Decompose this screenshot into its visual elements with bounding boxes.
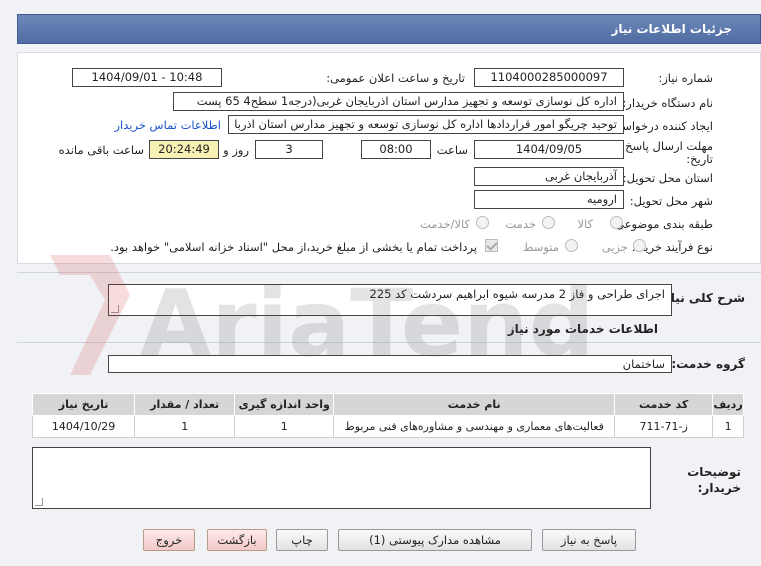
cell-qty: 1 <box>134 415 236 438</box>
print-button[interactable]: چاپ <box>276 529 328 551</box>
category-goods-label: کالا <box>577 217 593 231</box>
service-group-label: گروه خدمت: <box>671 357 745 371</box>
buyer-org-field: اداره کل نوسازی توسعه و تجهیز مدارس استا… <box>173 92 624 111</box>
buyer-notes-label: توضیحات <box>687 465 741 479</box>
need-number-label: شماره نیاز: <box>658 71 713 85</box>
category-goods-radio[interactable] <box>610 216 623 229</box>
description-field[interactable]: اجرای طراحی و فاز 2 مدرسه شیوه ابراهیم س… <box>108 284 672 316</box>
divider <box>17 342 761 343</box>
process-medium-label: متوسط <box>522 240 559 254</box>
service-group-field: ساختمان <box>108 355 672 373</box>
payment-note: پرداخت تمام یا بخشی از مبلغ خرید،از محل … <box>110 240 477 254</box>
category-service-radio[interactable] <box>542 216 555 229</box>
cell-code: ز-71-711 <box>614 415 714 438</box>
reply-button[interactable]: پاسخ به نیاز <box>542 529 636 551</box>
page-title: جزئیات اطلاعات نیاز <box>611 22 732 36</box>
deadline-label-2: تاریخ: <box>686 152 713 166</box>
city-label: شهر محل تحویل: <box>629 194 713 208</box>
category-service-label: خدمت <box>505 217 536 231</box>
col-date-header: تاریخ نیاز <box>31 393 136 416</box>
col-name-header: نام خدمت <box>333 393 616 416</box>
col-qty-header: تعداد / مقدار <box>134 393 236 416</box>
table-header-row: ردیف کد خدمت نام خدمت واحد اندازه گیری ت… <box>31 393 744 416</box>
remaining-label: ساعت باقی مانده <box>58 143 144 157</box>
divider <box>17 272 761 273</box>
province-label: استان محل تحویل: <box>622 171 713 185</box>
need-number-field: 1104000285000097 <box>474 68 624 87</box>
cell-name: فعالیت‌های معماری و مهندسی و مشاوره‌های … <box>333 415 616 438</box>
process-minor-label: جزیی <box>601 240 628 254</box>
cell-date: 1404/10/29 <box>31 415 136 438</box>
deadline-time-field: 08:00 <box>361 140 431 159</box>
page-header: جزئیات اطلاعات نیاز <box>17 14 761 44</box>
time-label: ساعت <box>436 143 468 157</box>
category-both-radio[interactable] <box>476 216 489 229</box>
resize-grip-icon[interactable] <box>35 498 43 506</box>
buyer-notes-label-2: خریدار: <box>697 481 741 495</box>
services-section-title: اطلاعات خدمات مورد نیاز <box>507 322 658 336</box>
col-row-header: ردیف <box>712 393 744 416</box>
back-button[interactable]: بازگشت <box>207 529 267 551</box>
view-attachments-button[interactable]: مشاهده مدارک پیوستی (1) <box>338 529 532 551</box>
province-field: آذربایجان غربی <box>474 167 624 186</box>
resize-grip-icon[interactable] <box>111 305 119 313</box>
process-minor-radio[interactable] <box>633 239 646 252</box>
page: جزئیات اطلاعات نیاز شماره نیاز: 11040002… <box>0 0 761 566</box>
category-label: طبقه بندی موضوعی: <box>611 217 713 231</box>
remaining-time-field: 20:24:49 <box>149 140 219 159</box>
announce-label: تاریخ و ساعت اعلان عمومی: <box>326 71 465 85</box>
cell-row: 1 <box>712 415 744 438</box>
buyer-notes-field[interactable] <box>32 447 651 509</box>
cell-unit: 1 <box>234 415 335 438</box>
buyer-org-label: نام دستگاه خریدار: <box>622 96 713 110</box>
description-text: اجرای طراحی و فاز 2 مدرسه شیوه ابراهیم س… <box>369 287 665 301</box>
creator-field: توحید چریگو امور قراردادها اداره کل نوسا… <box>228 115 624 134</box>
city-field: ارومیه <box>474 190 624 209</box>
process-medium-radio[interactable] <box>565 239 578 252</box>
deadline-date-field: 1404/09/05 <box>474 140 624 159</box>
announce-field: 1404/09/01 - 10:48 <box>72 68 222 87</box>
services-table: ردیف کد خدمت نام خدمت واحد اندازه گیری ت… <box>31 393 744 438</box>
exit-button[interactable]: خروج <box>143 529 195 551</box>
days-label: روز و <box>223 143 249 157</box>
table-row: 1 ز-71-711 فعالیت‌های معماری و مهندسی و … <box>31 415 744 438</box>
buyer-contact-link[interactable]: اطلاعات تماس خریدار <box>114 118 221 132</box>
deadline-label: مهلت ارسال پاسخ: تا <box>610 139 713 153</box>
days-field: 3 <box>255 140 323 159</box>
treasury-payment-checkbox[interactable] <box>485 239 498 252</box>
category-both-label: کالا/خدمت <box>419 217 470 231</box>
col-code-header: کد خدمت <box>614 393 714 416</box>
col-unit-header: واحد اندازه گیری <box>234 393 335 416</box>
